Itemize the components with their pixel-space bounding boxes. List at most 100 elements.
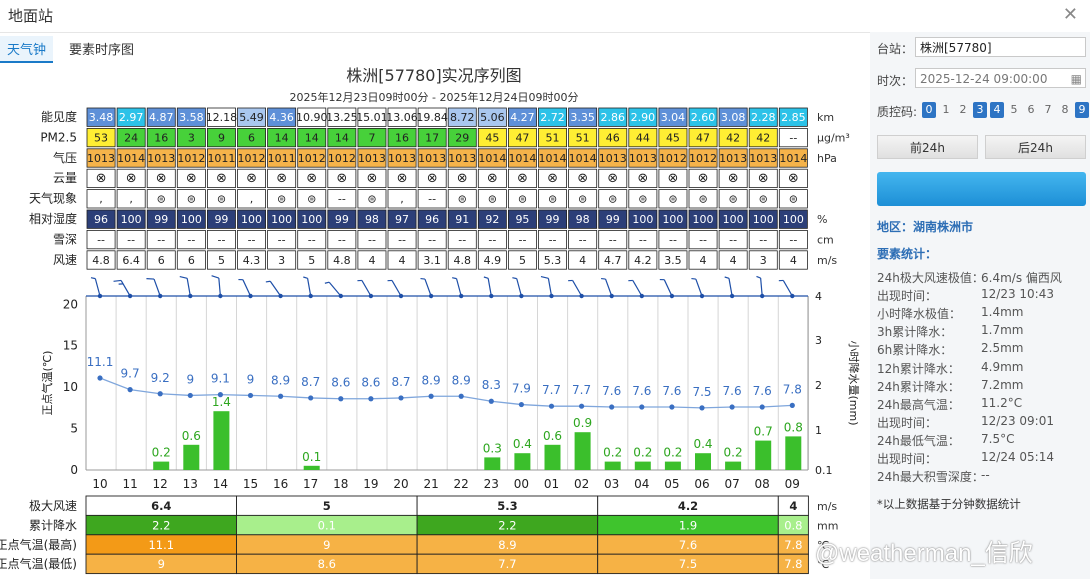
table-cell-value: 99 (154, 213, 168, 226)
qc-code-9[interactable]: 9 (1075, 102, 1089, 118)
summary-cell-value: 8.9 (498, 538, 516, 552)
query-button[interactable] (877, 172, 1086, 206)
table-cell-value: 13.25 (326, 111, 358, 124)
precip-label: 0.2 (633, 446, 652, 460)
row-label: 相对湿度 (29, 211, 77, 226)
table-cell-value: 14 (275, 131, 289, 144)
precip-bar (695, 453, 711, 470)
wind-barb (146, 278, 163, 299)
table-cell-value: , (99, 193, 103, 206)
table-cell-value: 1013 (147, 152, 175, 165)
table-cell-value: ⊜ (277, 193, 286, 206)
qc-code-2[interactable]: 2 (956, 102, 970, 118)
y2-axis-label: 小时降水量(mm) (847, 340, 861, 425)
table-cell-value: 6 (158, 254, 165, 267)
table-cell-value: 14 (305, 131, 319, 144)
stat-row: 3h累计降水： 1.7mm (877, 323, 1023, 340)
summary-cell-value: 9 (158, 557, 165, 571)
table-cell-value: 99 (214, 213, 228, 226)
qc-code-1[interactable]: 1 (939, 102, 953, 118)
qc-code-5[interactable]: 5 (1007, 102, 1021, 118)
time-input[interactable]: 2025-12-24 09:00:00 ▦ (915, 68, 1086, 88)
table-cell-value: 5.49 (239, 111, 264, 124)
table-cell-value: 1012 (298, 152, 326, 165)
table-cell-value: 3.04 (661, 111, 686, 124)
temp-label: 8.3 (482, 378, 501, 392)
x-tick-label: 04 (634, 477, 649, 491)
table-cell-value: 1012 (238, 152, 266, 165)
table-cell-value: -- (789, 233, 797, 246)
qc-code-4[interactable]: 4 (990, 102, 1004, 118)
qc-code-8[interactable]: 8 (1058, 102, 1072, 118)
x-tick-label: 01 (544, 477, 559, 491)
table-cell-value: ⊜ (157, 193, 166, 206)
table-cell-value: -- (488, 233, 496, 246)
table-cell-value: 99 (606, 213, 620, 226)
region-label: 地区：湖南株洲市 (877, 220, 974, 234)
precip-label: 0.2 (603, 446, 622, 460)
summary-cell-value: 1.9 (679, 518, 697, 532)
qc-code-0[interactable]: 0 (922, 102, 936, 118)
temp-label: 7.5 (692, 385, 711, 399)
watermark: @weatherman_信欣 (815, 540, 1033, 567)
calendar-icon[interactable]: ▦ (1071, 69, 1082, 89)
temp-label: 9.1 (211, 372, 230, 386)
table-cell-value: 1011 (268, 152, 296, 165)
summary-cell-value: 6.4 (151, 499, 171, 513)
x-tick-label: 06 (694, 477, 709, 491)
precip-bar (755, 440, 772, 470)
precip-label: 0.2 (663, 446, 682, 460)
temp-label: 7.6 (662, 384, 681, 398)
stat-row: 小时降水极值： 1.4mm (877, 305, 1023, 322)
row-label: 能见度 (41, 109, 77, 124)
summary-cell-value: 0.8 (784, 518, 802, 532)
close-icon[interactable]: ✕ (1063, 4, 1078, 25)
stat-value: 6.4m/s 偏西风 (981, 271, 1062, 285)
precip-label: 0.4 (693, 437, 712, 451)
stat-row: 24h极大风速极值： 6.4m/s 偏西风 (877, 269, 1062, 286)
wind-barb (324, 281, 343, 299)
table-cell-value: 51 (576, 131, 590, 144)
qc-code-3[interactable]: 3 (973, 102, 987, 118)
precip-bar (514, 453, 531, 470)
table-cell-value: 13.06 (386, 111, 418, 124)
stat-row: 24h最大积雪深度： -- (877, 468, 990, 485)
table-cell-value: -- (579, 233, 587, 246)
table-cell-value: 16 (395, 131, 409, 144)
temp-point (458, 393, 464, 399)
table-cell-value: -- (729, 233, 737, 246)
x-tick-label: 11 (122, 477, 137, 491)
summary-cell-value: 5 (323, 499, 331, 513)
table-cell-value: , (400, 193, 404, 206)
table-cell-value: 3 (188, 131, 195, 144)
row-label: 云量 (53, 171, 77, 185)
stat-key: 6h累计降水： (877, 343, 953, 358)
next-24h-button[interactable]: 后24h (985, 135, 1086, 159)
table-cell-value: 3.58 (179, 111, 204, 124)
stat-value: 2.5mm (981, 341, 1024, 356)
stat-row: 出现时间： 12/24 05:14 (877, 450, 1054, 467)
x-tick-label: 05 (664, 477, 679, 491)
table-cell-value: 6 (188, 254, 195, 267)
station-input[interactable]: 株洲[57780] (915, 37, 1086, 57)
precip-bar (213, 411, 230, 470)
stat-key: 小时降水极值： (877, 307, 962, 322)
temp-label: 8.7 (301, 375, 320, 389)
qc-code-6[interactable]: 6 (1024, 102, 1038, 118)
table-cell-value: 100 (121, 213, 142, 226)
temp-label: 8.9 (422, 373, 441, 387)
stat-row: 12h累计降水： 4.9mm (877, 360, 1023, 377)
temp-label: 7.6 (632, 384, 651, 398)
table-cell-value: -- (699, 233, 707, 246)
table-cell-value: 1012 (177, 152, 205, 165)
table-cell-value: ⊜ (217, 193, 226, 206)
x-tick-label: 23 (484, 477, 499, 491)
x-tick-label: 18 (333, 477, 348, 491)
prev-24h-button[interactable]: 前24h (877, 135, 978, 159)
table-cell-value: ⊗ (216, 171, 227, 186)
qc-code-7[interactable]: 7 (1041, 102, 1055, 118)
table-cell-value: 100 (662, 213, 683, 226)
table-cell-value: ⊗ (366, 171, 377, 186)
table-cell-value: 42 (756, 131, 770, 144)
table-cell-value: 3.08 (721, 111, 746, 124)
